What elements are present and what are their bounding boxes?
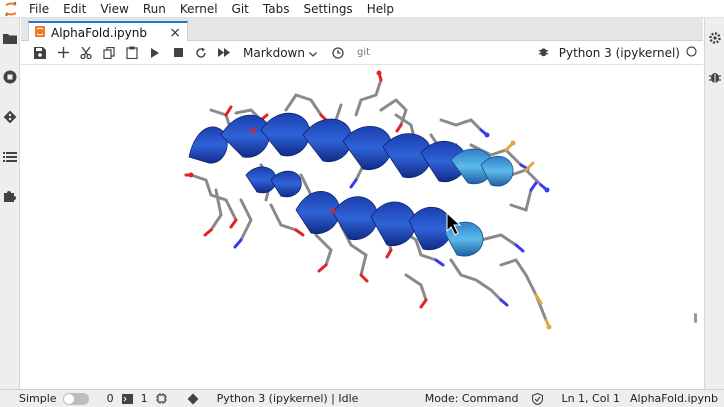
kernels-count[interactable]: 1 <box>141 392 148 405</box>
notebook-mode: Mode: Command <box>424 392 519 405</box>
toggle-knob <box>63 393 74 404</box>
menu-edit[interactable]: Edit <box>56 0 93 18</box>
simple-mode-label: Simple <box>19 392 57 405</box>
running-stop-icon[interactable] <box>2 69 18 85</box>
gear-icon[interactable] <box>707 30 723 46</box>
menu-help[interactable]: Help <box>360 0 401 18</box>
stop-icon[interactable] <box>167 42 189 64</box>
kernel-area: Python 3 (ipykernel) <box>538 41 697 65</box>
protein-structure-image <box>184 70 552 330</box>
terminal-icon <box>121 393 133 404</box>
menu-tabs[interactable]: Tabs <box>256 0 297 18</box>
fast-forward-icon[interactable] <box>213 42 235 64</box>
right-sidebar <box>704 18 724 389</box>
add-cell-icon[interactable] <box>52 42 74 64</box>
terminals-count[interactable]: 0 <box>107 392 114 405</box>
jupyter-logo-icon[interactable] <box>0 0 22 18</box>
menu-run[interactable]: Run <box>136 0 173 18</box>
kernel-chip-icon <box>155 393 167 404</box>
notebook-content[interactable] <box>21 65 703 389</box>
copy-icon[interactable] <box>98 42 120 64</box>
paste-icon[interactable] <box>121 42 143 64</box>
simple-mode-toggle[interactable] <box>62 392 89 405</box>
notebook-toolbar: Markdown git Python 3 (ipykernel) <box>21 41 703 65</box>
run-icon[interactable] <box>144 42 166 64</box>
bug-icon[interactable] <box>707 69 723 85</box>
cursor-position[interactable]: Ln 1, Col 1 <box>561 392 620 405</box>
git-label[interactable]: git <box>357 47 370 58</box>
menu-file[interactable]: File <box>22 0 56 18</box>
status-filename: AlphaFold.ipynb <box>630 392 718 405</box>
menu-settings[interactable]: Settings <box>296 0 359 18</box>
left-sidebar <box>0 18 20 389</box>
git-diamond-icon[interactable] <box>2 109 18 125</box>
main-dock-panel: AlphaFold.ipynb × Markdown git Python 3 … <box>21 18 703 389</box>
git-diamond-icon[interactable] <box>187 393 199 405</box>
folder-icon[interactable] <box>2 30 18 46</box>
cell-type-select[interactable]: Markdown <box>243 46 317 60</box>
restart-icon[interactable] <box>190 42 212 64</box>
menu-kernel[interactable]: Kernel <box>173 0 225 18</box>
cut-icon[interactable] <box>75 42 97 64</box>
kernel-status-idle-icon <box>686 46 697 60</box>
chevron-down-icon <box>309 46 317 60</box>
menu-git[interactable]: Git <box>225 0 256 18</box>
table-of-contents-icon[interactable] <box>2 149 18 165</box>
tab-title: AlphaFold.ipynb <box>51 25 147 40</box>
save-icon[interactable] <box>29 42 51 64</box>
menu-bar: File Edit View Run Kernel Git Tabs Setti… <box>0 0 724 18</box>
menu-view[interactable]: View <box>93 0 135 18</box>
scrollbar-thumb[interactable] <box>694 313 697 323</box>
tab-bar: AlphaFold.ipynb × <box>21 18 703 42</box>
kernel-name-button[interactable]: Python 3 (ipykernel) <box>559 46 680 60</box>
notebook-file-icon <box>35 25 45 40</box>
puzzle-icon[interactable] <box>2 188 18 204</box>
cell-type-value: Markdown <box>243 45 305 60</box>
kernel-status[interactable]: Python 3 (ipykernel) | Idle <box>217 392 359 405</box>
trusted-shield-icon[interactable] <box>532 392 544 405</box>
status-bar: Simple 0 1 Python 3 (ipykernel) | Idle M… <box>0 389 724 407</box>
bug-icon[interactable] <box>538 46 549 60</box>
clock-icon[interactable] <box>327 42 349 64</box>
tab-notebook[interactable]: AlphaFold.ipynb × <box>28 21 188 42</box>
close-icon[interactable]: × <box>169 26 181 40</box>
